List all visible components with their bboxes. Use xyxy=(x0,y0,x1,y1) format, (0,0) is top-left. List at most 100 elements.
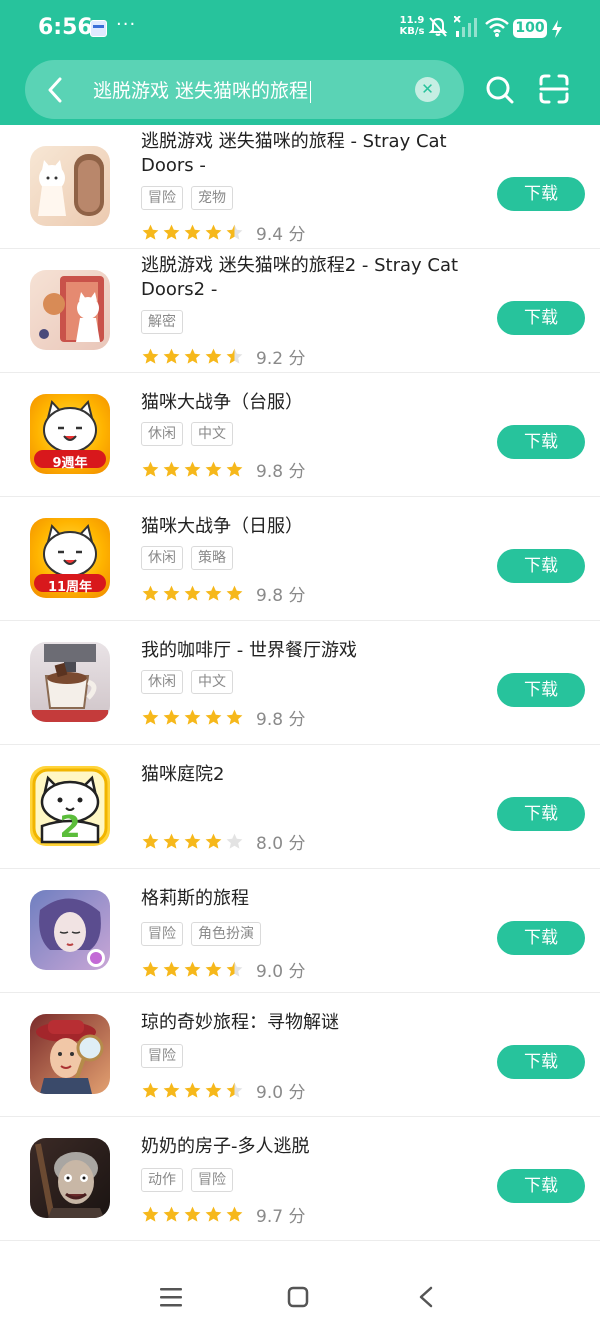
star-icon xyxy=(205,961,222,977)
app-row[interactable]: 逃脱游戏 迷失猫咪的旅程 - Stray Cat Doors - 冒险 宠物 9… xyxy=(0,125,600,249)
app-row[interactable]: 格莉斯的旅程 冒险 角色扮演 9.0 分 下载 xyxy=(0,869,600,993)
app-title[interactable]: 猫咪大战争（台服） xyxy=(141,391,471,415)
star-rating xyxy=(141,960,244,979)
download-button[interactable]: 下载 xyxy=(497,673,585,707)
app-tags: 冒险 角色扮演 xyxy=(141,922,261,946)
my-cafe-icon[interactable] xyxy=(30,642,110,722)
download-button[interactable]: 下载 xyxy=(497,177,585,211)
app-tags: 冒险 宠物 xyxy=(141,186,233,210)
star-icon xyxy=(226,1206,243,1222)
download-button[interactable]: 下载 xyxy=(497,301,585,335)
mail-notification-icon xyxy=(90,20,107,37)
star-icon xyxy=(163,1206,180,1222)
download-button[interactable]: 下载 xyxy=(497,921,585,955)
app-title[interactable]: 琼的奇妙旅程：寻物解谜 xyxy=(141,1011,471,1035)
star-icon xyxy=(226,585,243,601)
app-title[interactable]: 格莉斯的旅程 xyxy=(141,887,471,911)
app-title[interactable]: 逃脱游戏 迷失猫咪的旅程2 - Stray Cat Doors2 - xyxy=(141,254,471,302)
stray-cat-doors-icon[interactable] xyxy=(30,146,110,226)
neko-atsume2-icon[interactable]: 2 xyxy=(30,766,110,846)
star-rating xyxy=(141,708,244,727)
battery-level: 100 xyxy=(513,19,547,38)
app-row[interactable]: 琼的奇妙旅程：寻物解谜 冒险 9.0 分 下载 xyxy=(0,993,600,1117)
download-button[interactable]: 下载 xyxy=(497,549,585,583)
app-rating: 9.8 分 xyxy=(141,705,305,730)
star-icon xyxy=(163,348,180,364)
star-icon xyxy=(205,348,222,364)
star-icon xyxy=(226,833,243,849)
app-title[interactable]: 逃脱游戏 迷失猫咪的旅程 - Stray Cat Doors - xyxy=(141,130,471,178)
star-icon xyxy=(142,348,159,364)
star-icon xyxy=(226,1082,243,1098)
battle-cats-tw-icon[interactable]: 9週年 xyxy=(30,394,110,474)
icon-badge-text: 9週年 xyxy=(52,456,88,471)
home-icon[interactable] xyxy=(287,1286,309,1308)
more-notifications-icon: ··· xyxy=(116,14,137,35)
download-button[interactable]: 下载 xyxy=(497,797,585,831)
star-icon xyxy=(184,1082,201,1098)
app-rating: 9.0 分 xyxy=(141,957,305,982)
star-icon xyxy=(163,1082,180,1098)
star-icon xyxy=(205,1206,222,1222)
stray-cat-doors2-icon[interactable] xyxy=(30,270,110,350)
app-row[interactable]: 奶奶的房子-多人逃脱 动作 冒险 9.7 分 下载 xyxy=(0,1117,600,1241)
app-row[interactable]: 2 猫咪庭院2 8.0 分 下载 xyxy=(0,745,600,869)
app-tag: 宠物 xyxy=(191,186,233,210)
battle-cats-jp-icon[interactable]: 11周年 xyxy=(30,518,110,598)
wifi-icon xyxy=(485,17,509,37)
search-bar[interactable]: 逃脱游戏 迷失猫咪的旅程 ✕ xyxy=(25,60,464,119)
search-icon[interactable] xyxy=(486,76,514,104)
app-title[interactable]: 猫咪庭院2 xyxy=(141,763,471,787)
app-title[interactable]: 猫咪大战争（日服） xyxy=(141,515,471,539)
star-icon xyxy=(184,348,201,364)
star-rating xyxy=(141,584,244,603)
app-row[interactable]: 逃脱游戏 迷失猫咪的旅程2 - Stray Cat Doors2 - 解密 9.… xyxy=(0,249,600,373)
app-rating: 9.8 分 xyxy=(141,581,305,606)
star-icon xyxy=(184,833,201,849)
star-icon xyxy=(142,224,159,240)
app-title[interactable]: 奶奶的房子-多人逃脱 xyxy=(141,1135,471,1159)
june-journey-icon[interactable] xyxy=(30,1014,110,1094)
app-tag: 中文 xyxy=(191,670,233,694)
star-rating xyxy=(141,223,244,242)
star-rating xyxy=(141,1205,244,1224)
app-tags: 休闲 中文 xyxy=(141,670,233,694)
app-rating: 9.8 分 xyxy=(141,457,305,482)
app-tag: 冒险 xyxy=(141,1044,183,1068)
app-tag: 休闲 xyxy=(141,670,183,694)
star-icon xyxy=(205,833,222,849)
star-icon xyxy=(184,585,201,601)
app-tags: 休闲 策略 xyxy=(141,546,233,570)
app-tags: 休闲 中文 xyxy=(141,422,233,446)
app-score: 9.0 分 xyxy=(256,962,306,982)
granny-house-icon[interactable] xyxy=(30,1138,110,1218)
star-icon xyxy=(184,461,201,477)
clear-search-icon[interactable]: ✕ xyxy=(415,77,440,102)
charging-icon xyxy=(552,20,562,38)
download-button[interactable]: 下载 xyxy=(497,1169,585,1203)
star-icon xyxy=(226,961,243,977)
menu-icon[interactable] xyxy=(159,1286,183,1308)
download-button[interactable]: 下载 xyxy=(497,1045,585,1079)
scan-icon[interactable] xyxy=(539,74,569,104)
app-tags: 解密 xyxy=(141,310,183,334)
app-score: 8.0 分 xyxy=(256,834,306,854)
star-icon xyxy=(163,833,180,849)
app-score: 9.0 分 xyxy=(256,1083,306,1103)
gris-journey-icon[interactable] xyxy=(30,890,110,970)
star-icon xyxy=(142,461,159,477)
star-icon xyxy=(184,961,201,977)
search-input[interactable]: 逃脱游戏 迷失猫咪的旅程 xyxy=(93,76,312,103)
back-arrow-icon[interactable] xyxy=(47,77,63,103)
app-row[interactable]: 11周年 猫咪大战争（日服） 休闲 策略 9.8 分 下载 xyxy=(0,497,600,621)
star-rating xyxy=(141,347,244,366)
app-tags: 动作 冒险 xyxy=(141,1168,233,1192)
icon-badge-text: 11周年 xyxy=(47,580,93,595)
app-row[interactable]: 我的咖啡厅 - 世界餐厅游戏 休闲 中文 9.8 分 下载 xyxy=(0,621,600,745)
app-rating: 9.7 分 xyxy=(141,1202,305,1227)
back-nav-icon[interactable] xyxy=(418,1286,434,1308)
app-row[interactable]: 9週年 猫咪大战争（台服） 休闲 中文 9.8 分 下载 xyxy=(0,373,600,497)
star-icon xyxy=(184,224,201,240)
app-title[interactable]: 我的咖啡厅 - 世界餐厅游戏 xyxy=(141,639,471,663)
download-button[interactable]: 下载 xyxy=(497,425,585,459)
